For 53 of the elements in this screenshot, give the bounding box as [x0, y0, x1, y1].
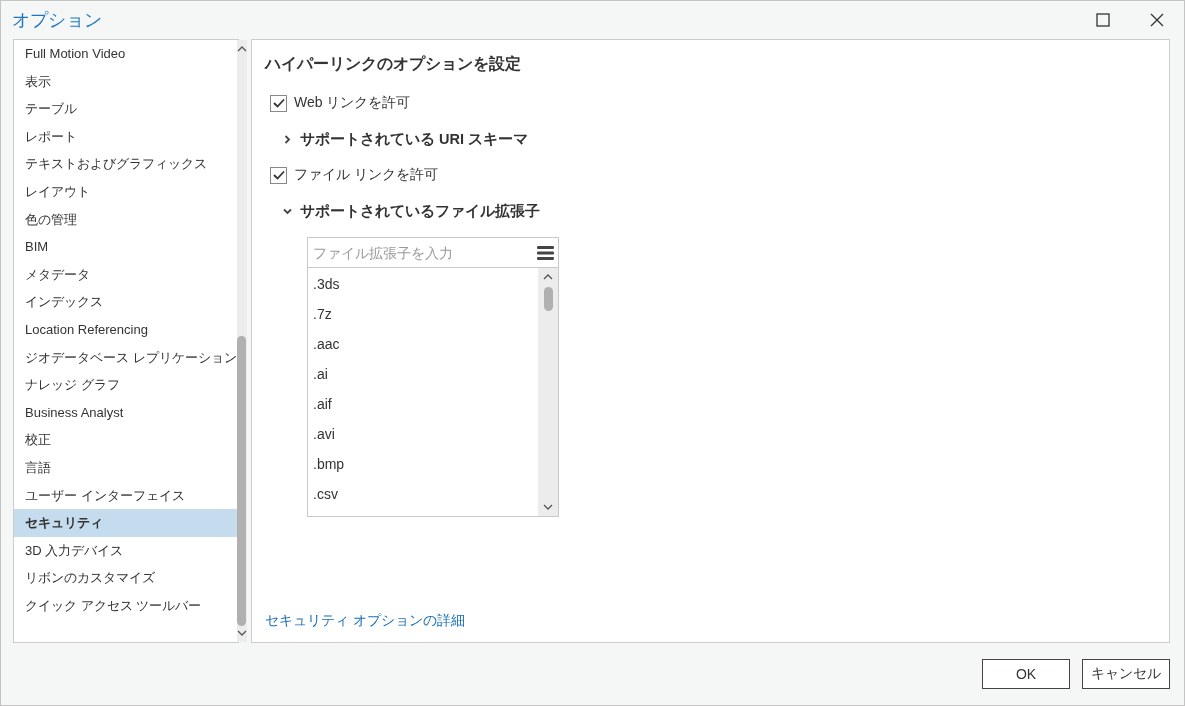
extension-item[interactable]: .aif	[308, 389, 538, 419]
chevron-up-icon[interactable]	[236, 46, 247, 52]
sidebar-item[interactable]: 表示	[14, 67, 237, 96]
sidebar-item[interactable]: ジオデータベース レプリケーション	[14, 343, 237, 372]
extension-item[interactable]: .bmp	[308, 449, 538, 479]
scrollbar[interactable]	[538, 268, 558, 516]
sidebar-item[interactable]: レイアウト	[14, 177, 237, 206]
extension-item[interactable]: .aac	[308, 329, 538, 359]
chevron-right-icon[interactable]	[283, 134, 292, 144]
sidebar-item[interactable]: テーブル	[14, 95, 237, 123]
menu-icon[interactable]	[537, 245, 554, 260]
expander-label[interactable]: サポートされているファイル拡張子	[300, 201, 540, 221]
sidebar-item[interactable]: 3D 入力デバイス	[14, 536, 237, 565]
checkbox-label: ファイル リンクを許可	[294, 166, 438, 184]
chevron-down-icon[interactable]	[543, 504, 553, 510]
checkbox[interactable]	[270, 166, 287, 184]
chevron-up-icon[interactable]	[543, 274, 553, 280]
window-title: オプション	[12, 9, 102, 32]
sidebar-item[interactable]: テキストおよびグラフィックス	[14, 150, 237, 178]
sidebar-item[interactable]: Full Motion Video	[14, 40, 237, 68]
sidebar-item[interactable]: インデックス	[14, 288, 237, 316]
sidebar-item[interactable]: クイック アクセス ツールバー	[14, 591, 237, 620]
close-icon[interactable]	[1150, 13, 1164, 27]
extension-item[interactable]: .avi	[308, 419, 538, 449]
scrollbar-thumb[interactable]	[237, 336, 247, 626]
dialog-button[interactable]: キャンセル	[1082, 659, 1170, 689]
sidebar-item[interactable]: ナレッジ グラフ	[14, 371, 237, 399]
sidebar-item[interactable]: ユーザー インターフェイス	[14, 481, 237, 510]
extension-item[interactable]: .3ds	[308, 269, 538, 299]
details-link[interactable]: セキュリティ オプションの詳細	[265, 612, 465, 630]
extension-item[interactable]: .csv	[308, 479, 538, 509]
sidebar-item[interactable]: セキュリティ	[14, 509, 237, 537]
checkbox[interactable]	[270, 94, 287, 112]
sidebar-item[interactable]: Location Referencing	[14, 315, 237, 344]
sidebar-item[interactable]: 校正	[14, 426, 237, 454]
maximize-icon[interactable]	[1096, 13, 1110, 27]
extension-item[interactable]: .7z	[308, 299, 538, 329]
scrollbar-thumb[interactable]	[543, 287, 553, 311]
section-heading: ハイパーリンクのオプションを設定	[265, 54, 522, 74]
sidebar-item[interactable]: 言語	[14, 453, 237, 482]
checkbox-label: Web リンクを許可	[294, 94, 411, 112]
scrollbar[interactable]	[236, 40, 247, 642]
sidebar-item[interactable]: メタデータ	[14, 260, 237, 289]
sidebar-item[interactable]: 色の管理	[14, 205, 237, 234]
dialog-button[interactable]: OK	[982, 659, 1070, 689]
sidebar-item[interactable]: レポート	[14, 122, 237, 151]
chevron-down-icon[interactable]	[283, 206, 292, 216]
sidebar-item[interactable]: Business Analyst	[14, 398, 237, 427]
expander-label[interactable]: サポートされている URI スキーマ	[300, 129, 529, 149]
extension-item[interactable]: .ai	[308, 359, 538, 389]
chevron-down-icon[interactable]	[236, 630, 247, 636]
sidebar-item[interactable]: BIM	[14, 233, 237, 261]
sidebar-item[interactable]: リボンのカスタマイズ	[14, 564, 237, 592]
